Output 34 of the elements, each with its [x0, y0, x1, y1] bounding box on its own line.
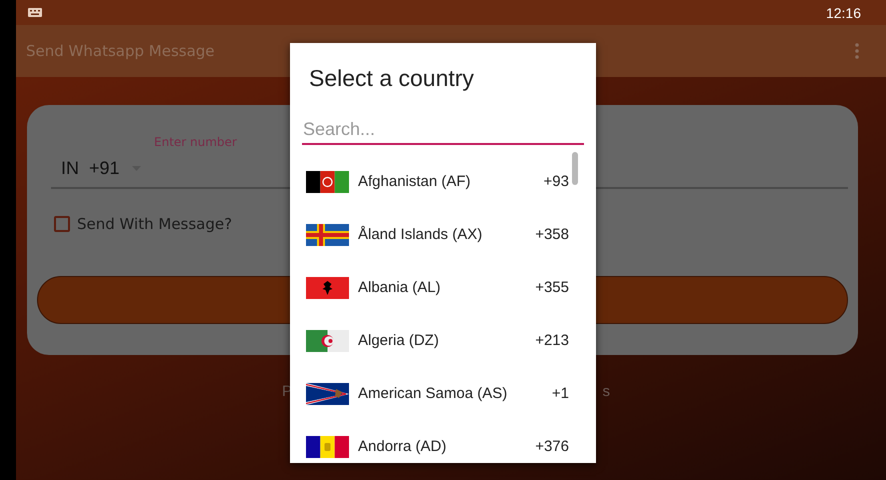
dial-code: +93 — [544, 173, 569, 190]
dial-code: +1 — [552, 385, 569, 402]
flag-icon — [306, 170, 349, 192]
dial-code: +376 — [535, 438, 569, 455]
field-label: Enter number — [154, 135, 237, 149]
dial-code: +355 — [535, 279, 569, 296]
scrollbar-thumb[interactable] — [572, 152, 578, 185]
dial-code: +213 — [535, 332, 569, 349]
dial-code: +358 — [535, 226, 569, 243]
status-time: 12:16 — [826, 4, 861, 20]
country-name: Afghanistan (AF) — [358, 173, 472, 190]
country-name: Åland Islands (AX) — [358, 226, 484, 243]
country-item[interactable]: Afghanistan (AF) +93 — [306, 155, 569, 208]
flag-icon — [306, 224, 349, 246]
country-item[interactable]: Andorra (AD) +376 — [306, 420, 569, 463]
country-name: Algeria (DZ) — [358, 332, 440, 349]
country-name: Albania (AL) — [358, 279, 442, 296]
flag-icon — [306, 330, 349, 352]
country-name: American Samoa (AS) — [358, 385, 508, 402]
country-item[interactable]: Algeria (DZ) +213 — [306, 314, 569, 367]
flag-icon — [306, 382, 349, 404]
flag-icon — [306, 436, 349, 458]
checkbox[interactable] — [54, 216, 70, 232]
country-item[interactable]: Åland Islands (AX) +358 — [306, 208, 569, 261]
checkbox-label: Send With Message? — [77, 215, 232, 233]
overflow-menu-icon[interactable] — [855, 43, 859, 59]
footer-text: s — [602, 383, 610, 400]
app-title: Send Whatsapp Message — [26, 42, 215, 60]
keyboard-icon — [28, 8, 42, 17]
country-item[interactable]: American Samoa (AS) +1 — [306, 367, 569, 420]
flag-icon — [306, 276, 349, 298]
dialog-title: Select a country — [308, 64, 475, 93]
country-item[interactable]: Albania (AL) +355 — [306, 261, 569, 314]
country-name: Andorra (AD) — [358, 438, 448, 455]
